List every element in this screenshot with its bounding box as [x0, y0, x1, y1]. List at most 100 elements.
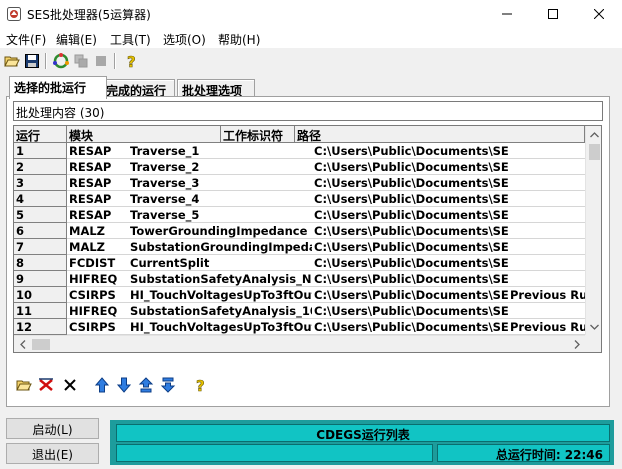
- cell-path[interactable]: C:\Users\Public\Documents\SES: [312, 319, 508, 335]
- cell-extra[interactable]: [508, 255, 585, 271]
- open-folder-icon[interactable]: [15, 376, 33, 394]
- cell-path[interactable]: C:\Users\Public\Documents\SES: [312, 175, 508, 191]
- col-header-work-id[interactable]: 工作标识符: [221, 126, 295, 143]
- save-icon[interactable]: [23, 52, 41, 70]
- exit-button[interactable]: 退出(E): [6, 443, 99, 464]
- cell-run[interactable]: 1: [14, 143, 67, 159]
- cell-module[interactable]: RESAP: [67, 207, 128, 223]
- cell-module[interactable]: RESAP: [67, 191, 128, 207]
- vertical-scroll-thumb[interactable]: [589, 144, 600, 160]
- cell-module[interactable]: HIFREQ: [67, 271, 128, 287]
- cell-run[interactable]: 10: [14, 287, 67, 303]
- col-header-path[interactable]: 路径: [295, 126, 585, 143]
- open-icon[interactable]: [3, 52, 21, 70]
- cell-module[interactable]: FCDIST: [67, 255, 128, 271]
- cell-path[interactable]: C:\Users\Public\Documents\SES: [312, 223, 508, 239]
- cell-work-id[interactable]: SubstationSafetyAnalysis_10ftR: [128, 303, 312, 319]
- cell-path[interactable]: C:\Users\Public\Documents\SES: [312, 143, 508, 159]
- cell-module[interactable]: MALZ: [67, 239, 128, 255]
- cell-extra[interactable]: [508, 239, 585, 255]
- table-row[interactable]: 1 RESAP Traverse_1 C:\Users\Public\Document…: [14, 143, 585, 159]
- scroll-down-icon[interactable]: [586, 318, 601, 335]
- cell-path[interactable]: C:\Users\Public\Documents\SES: [312, 255, 508, 271]
- cell-extra[interactable]: Previous Run: [508, 319, 585, 335]
- table-row[interactable]: 6 MALZ TowerGroundingImpedance C:\Users\Pub…: [14, 223, 585, 239]
- minimize-button[interactable]: [484, 0, 530, 28]
- help-icon[interactable]: ?: [122, 52, 140, 70]
- batch-grid[interactable]: 运行 模块 工作标识符 路径 1 RESAP Traverse_1 C:\Users\…: [13, 125, 602, 353]
- table-row[interactable]: 3 RESAP Traverse_3 C:\Users\Public\Document…: [14, 175, 585, 191]
- menu-options[interactable]: 选项(O): [163, 31, 206, 48]
- cell-run[interactable]: 2: [14, 159, 67, 175]
- table-row[interactable]: 10 CSIRPS HI_TouchVoltagesUpTo3ftOutsi C:\U…: [14, 287, 585, 303]
- close-button[interactable]: [576, 0, 622, 28]
- delete-icon[interactable]: [61, 376, 79, 394]
- cell-work-id[interactable]: Traverse_3: [128, 175, 312, 191]
- scroll-right-icon[interactable]: [568, 336, 585, 352]
- cell-extra[interactable]: [508, 159, 585, 175]
- cell-run[interactable]: 5: [14, 207, 67, 223]
- cell-path[interactable]: C:\Users\Public\Documents\SES: [312, 159, 508, 175]
- move-bottom-icon[interactable]: [159, 376, 177, 394]
- cell-work-id[interactable]: Traverse_5: [128, 207, 312, 223]
- tab-selected-runs[interactable]: 选择的批运行: [9, 76, 107, 99]
- cell-extra[interactable]: [508, 175, 585, 191]
- cell-work-id[interactable]: SubstationSafetyAnalysis_NoRo: [128, 271, 312, 287]
- cell-extra[interactable]: [508, 271, 585, 287]
- menu-help[interactable]: 帮助(H): [218, 31, 260, 48]
- start-button[interactable]: 启动(L): [6, 418, 99, 439]
- table-row[interactable]: 4 RESAP Traverse_4 C:\Users\Public\Document…: [14, 191, 585, 207]
- table-row[interactable]: 8 FCDIST CurrentSplit C:\Users\Public\Docum…: [14, 255, 585, 271]
- col-header-run[interactable]: 运行: [14, 126, 67, 143]
- cell-work-id[interactable]: TowerGroundingImpedance: [128, 223, 312, 239]
- cell-run[interactable]: 4: [14, 191, 67, 207]
- scroll-up-icon[interactable]: [586, 126, 601, 143]
- move-top-icon[interactable]: [137, 376, 155, 394]
- cell-run[interactable]: 11: [14, 303, 67, 319]
- vertical-scrollbar[interactable]: [585, 126, 601, 335]
- cell-extra[interactable]: [508, 303, 585, 319]
- cell-work-id[interactable]: Traverse_1: [128, 143, 312, 159]
- cell-work-id[interactable]: Traverse_4: [128, 191, 312, 207]
- table-row[interactable]: 5 RESAP Traverse_5 C:\Users\Public\Document…: [14, 207, 585, 223]
- cell-module[interactable]: MALZ: [67, 223, 128, 239]
- cell-module[interactable]: RESAP: [67, 175, 128, 191]
- cell-module[interactable]: RESAP: [67, 143, 128, 159]
- table-row[interactable]: 11HIFREQSubstationSafetyAnalysis_10ftRC:…: [14, 303, 585, 319]
- cell-path[interactable]: C:\Users\Public\Documents\SES: [312, 239, 508, 255]
- cell-path[interactable]: C:\Users\Public\Documents\SES: [312, 271, 508, 287]
- cell-run[interactable]: 12: [14, 319, 67, 335]
- copy-icon[interactable]: [72, 52, 90, 70]
- cell-extra[interactable]: [508, 143, 585, 159]
- run-icon[interactable]: [52, 52, 70, 70]
- menu-tools[interactable]: 工具(T): [110, 31, 151, 48]
- horizontal-scroll-thumb[interactable]: [32, 339, 50, 350]
- delete-all-icon[interactable]: [37, 376, 55, 394]
- cell-work-id[interactable]: CurrentSplit: [128, 255, 312, 271]
- move-up-icon[interactable]: [93, 376, 111, 394]
- cell-work-id[interactable]: HI_TouchVoltagesUpTo3ftOutsi: [128, 319, 312, 335]
- cell-work-id[interactable]: HI_TouchVoltagesUpTo3ftOutsi: [128, 287, 312, 303]
- scroll-left-icon[interactable]: [14, 336, 31, 352]
- menu-edit[interactable]: 编辑(E): [56, 31, 97, 48]
- cell-extra[interactable]: Previous Run: [508, 287, 585, 303]
- cell-run[interactable]: 9: [14, 271, 67, 287]
- cell-extra[interactable]: [508, 223, 585, 239]
- cell-run[interactable]: 6: [14, 223, 67, 239]
- cell-path[interactable]: C:\Users\Public\Documents\SES: [312, 303, 508, 319]
- cell-run[interactable]: 3: [14, 175, 67, 191]
- cell-extra[interactable]: [508, 191, 585, 207]
- cell-path[interactable]: C:\Users\Public\Documents\SES: [312, 207, 508, 223]
- cell-run[interactable]: 8: [14, 255, 67, 271]
- cell-work-id[interactable]: SubstationGroundingImpedance: [128, 239, 312, 255]
- grid-help-icon[interactable]: ?: [191, 376, 209, 394]
- table-row[interactable]: 9HIFREQSubstationSafetyAnalysis_NoRoC:\U…: [14, 271, 585, 287]
- table-row[interactable]: 12 CSIRPS HI_TouchVoltagesUpTo3ftOutsi C:\U…: [14, 319, 585, 335]
- cell-extra[interactable]: [508, 207, 585, 223]
- table-row[interactable]: 2 RESAP Traverse_2 C:\Users\Public\Document…: [14, 159, 585, 175]
- cell-run[interactable]: 7: [14, 239, 67, 255]
- maximize-button[interactable]: [530, 0, 576, 28]
- table-row[interactable]: 7MALZSubstationGroundingImpedanceC:\User…: [14, 239, 585, 255]
- horizontal-scrollbar[interactable]: [14, 335, 585, 352]
- stop-icon[interactable]: [92, 52, 110, 70]
